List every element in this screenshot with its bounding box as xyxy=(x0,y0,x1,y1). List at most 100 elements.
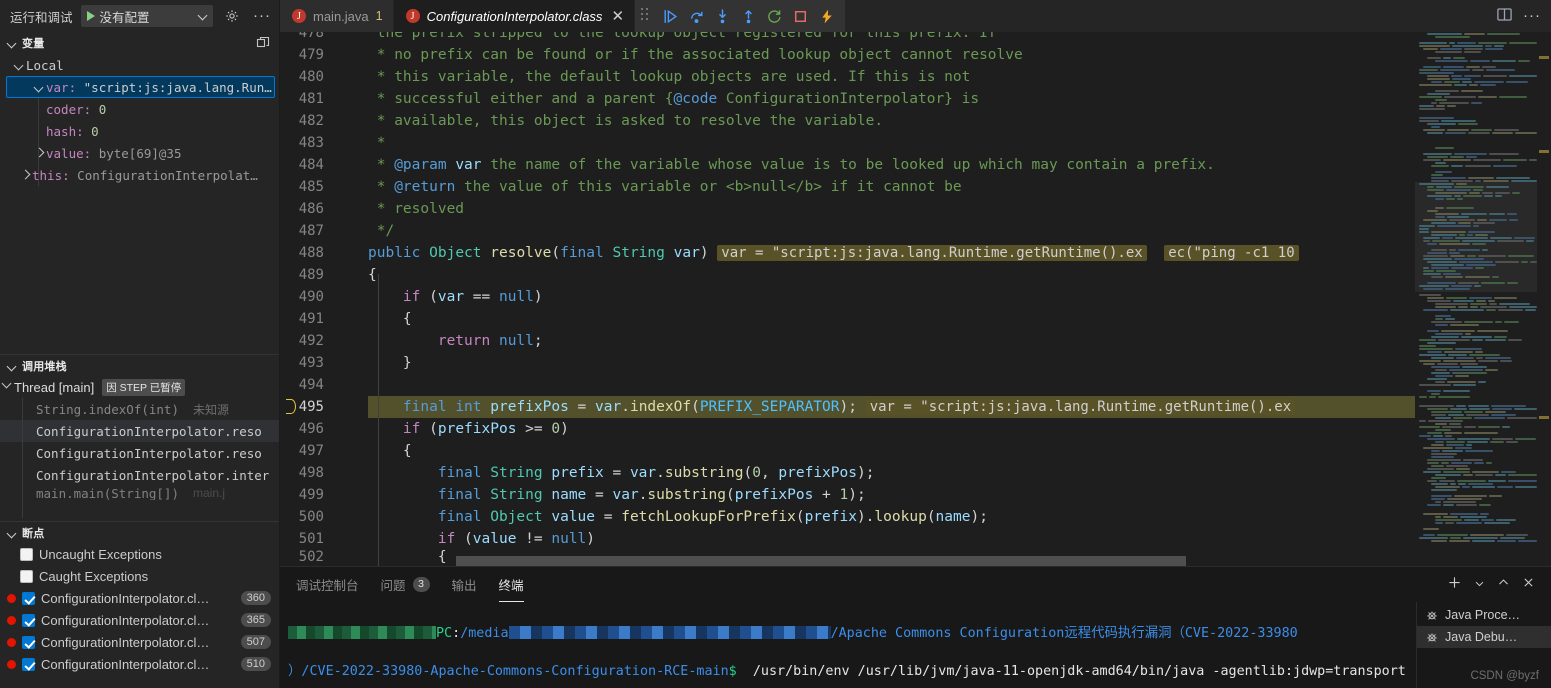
editor-actions: ··· xyxy=(1496,0,1551,32)
callstack-section-header[interactable]: 调用堆栈 xyxy=(0,354,279,376)
chevron-right-icon[interactable] xyxy=(32,146,46,160)
chevron-right-icon[interactable] xyxy=(18,168,32,182)
java-class-icon xyxy=(405,9,420,23)
variable-row-this[interactable]: this: ConfigurationInterpolat… xyxy=(0,164,279,186)
callstack-frame-selected[interactable]: ConfigurationInterpolator.reso xyxy=(0,420,279,442)
line-text: } xyxy=(368,355,412,371)
breakpoint-caught-exceptions[interactable]: Caught Exceptions xyxy=(0,565,279,587)
variable-row-var[interactable]: var: "script:js:java.lang.Run… xyxy=(6,76,275,98)
code-line-486: 486 * resolved xyxy=(280,198,1415,220)
terminal-instance-java-process[interactable]: Java Proce… xyxy=(1417,604,1551,626)
checkbox-unchecked-icon[interactable] xyxy=(20,569,33,583)
variable-row-coder[interactable]: coder: 0 xyxy=(0,98,279,120)
line-number: 488 xyxy=(298,245,324,261)
close-icon[interactable]: ✕ xyxy=(611,9,624,24)
breakpoint-item[interactable]: ConfigurationInterpolator.cl… 510 xyxy=(0,653,279,675)
breakpoints-section-header[interactable]: 断点 xyxy=(0,521,279,543)
collapse-all-icon[interactable] xyxy=(255,35,271,51)
checkbox-checked-icon[interactable] xyxy=(22,657,35,671)
launch-configuration-dropdown[interactable]: 没有配置 xyxy=(80,5,213,27)
code-line-493: 493 } xyxy=(280,352,1415,374)
breakpoint-item[interactable]: ConfigurationInterpolator.cl… 365 xyxy=(0,609,279,631)
variable-row-value[interactable]: value: byte[69]@35 xyxy=(0,142,279,164)
hot-reload-icon[interactable] xyxy=(813,3,839,29)
variable-value: "script:js:java.lang.Run… xyxy=(83,79,272,95)
line-number: 478 xyxy=(298,32,324,41)
code-line-499: 499 final String name = var.substring(pr… xyxy=(280,484,1415,506)
breakpoints-list[interactable]: Uncaught Exceptions Caught Exceptions Co… xyxy=(0,543,279,688)
step-into-icon[interactable] xyxy=(709,3,735,29)
callstack-thread-row[interactable]: Thread [main] 因 STEP 已暂停 xyxy=(0,376,279,398)
inline-debug-value[interactable]: var = "script:js:java.lang.Runtime.getRu… xyxy=(865,399,1296,415)
chevron-down-icon[interactable] xyxy=(12,58,26,72)
code-content[interactable]: 478 the prefix stripped to the lookup ob… xyxy=(280,32,1415,566)
breakpoint-uncaught-exceptions[interactable]: Uncaught Exceptions xyxy=(0,543,279,565)
code-line-487: 487 */ xyxy=(280,220,1415,242)
code-line-485: 485 * @return the value of this variable… xyxy=(280,176,1415,198)
more-actions-icon[interactable]: ··· xyxy=(1523,8,1541,23)
code-editor[interactable]: 478 the prefix stripped to the lookup ob… xyxy=(280,32,1551,566)
debug-toolbar xyxy=(635,0,846,32)
minimap-row xyxy=(1415,539,1537,542)
tab-main-java[interactable]: main.java 1 xyxy=(280,0,394,32)
tab-output[interactable]: 输出 xyxy=(452,567,477,602)
code-line-484: 484 * @param var the name of the variabl… xyxy=(280,154,1415,176)
callstack-frame[interactable]: String.indexOf(int) 未知源 xyxy=(0,398,279,420)
variable-row-hash[interactable]: hash: 0 xyxy=(0,120,279,142)
terminal-output[interactable]: PC:/media/Apache Commons Configuration远程… xyxy=(280,602,1416,688)
editor-tabbar: main.java 1 ConfigurationInterpolator.cl… xyxy=(280,0,1551,32)
stop-icon[interactable] xyxy=(787,3,813,29)
terminal-instances-list[interactable]: Java Proce… Java Debu… CSDN @byzf xyxy=(1416,602,1551,688)
chevron-down-icon xyxy=(6,360,18,372)
editor-vertical-scrollbar[interactable] xyxy=(1537,32,1551,566)
close-panel-icon[interactable] xyxy=(1522,576,1535,592)
terminal-instance-java-debug[interactable]: Java Debu… xyxy=(1417,626,1551,648)
start-debugging-icon[interactable] xyxy=(86,11,95,21)
tab-debug-console[interactable]: 调试控制台 xyxy=(296,567,359,602)
drag-handle-icon[interactable] xyxy=(641,8,653,24)
line-number: 482 xyxy=(298,113,324,129)
checkbox-checked-icon[interactable] xyxy=(22,635,35,649)
callstack-frame[interactable]: main.main(String[]) main.j xyxy=(0,486,279,500)
more-actions-icon[interactable]: ··· xyxy=(251,5,273,27)
breakpoint-item[interactable]: ConfigurationInterpolator.cl… 507 xyxy=(0,631,279,653)
tab-configurationinterpolator-class[interactable]: ConfigurationInterpolator.class ✕ xyxy=(393,0,636,32)
inline-debug-value[interactable]: var = "script:js:java.lang.Runtime.getRu… xyxy=(717,245,1147,261)
line-number: 480 xyxy=(298,69,324,85)
maximize-panel-icon[interactable] xyxy=(1497,576,1510,592)
breakpoint-label: ConfigurationInterpolator.cl… xyxy=(41,590,210,606)
toggle-panel-icon[interactable] xyxy=(1496,6,1513,26)
add-terminal-icon[interactable] xyxy=(1447,575,1462,593)
editor-minimap[interactable] xyxy=(1415,32,1537,566)
variables-tree[interactable]: Local var: "script:js:java.lang.Run… cod… xyxy=(0,54,279,354)
variables-scope-local[interactable]: Local xyxy=(0,54,279,76)
code-line-478: 478 the prefix stripped to the lookup ob… xyxy=(280,32,1415,44)
callstack-frame[interactable]: ConfigurationInterpolator.inter xyxy=(0,464,279,486)
variables-section-header[interactable]: 变量 xyxy=(0,32,279,54)
java-debug-icon xyxy=(1425,630,1439,644)
line-number: 486 xyxy=(298,201,324,217)
tab-problems[interactable]: 问题 3 xyxy=(381,567,430,602)
gear-icon[interactable] xyxy=(221,5,243,27)
variable-value: byte[69]@35 xyxy=(98,145,182,161)
checkbox-checked-icon[interactable] xyxy=(22,613,35,627)
continue-icon[interactable] xyxy=(657,3,683,29)
breakpoint-item[interactable]: ConfigurationInterpolator.cl… 360 xyxy=(0,587,279,609)
step-over-icon[interactable] xyxy=(683,3,709,29)
checkbox-unchecked-icon[interactable] xyxy=(20,547,33,561)
restart-icon[interactable] xyxy=(761,3,787,29)
chevron-down-icon xyxy=(6,37,18,49)
callstack-frame[interactable]: ConfigurationInterpolator.reso xyxy=(0,442,279,464)
editor-horizontal-scrollbar[interactable] xyxy=(456,556,1186,566)
terminal-colon: : xyxy=(452,626,461,641)
tab-terminal[interactable]: 终端 xyxy=(498,567,524,602)
frame-label: ConfigurationInterpolator.reso xyxy=(36,445,262,461)
breakpoint-dot-icon xyxy=(7,615,16,625)
chevron-down-icon[interactable] xyxy=(32,80,46,94)
inline-debug-value-continued[interactable]: ec("ping -c1 10 xyxy=(1164,245,1299,261)
chevron-down-icon[interactable] xyxy=(1474,577,1485,592)
line-text: { xyxy=(368,267,377,283)
callstack-tree[interactable]: Thread [main] 因 STEP 已暂停 String.indexOf(… xyxy=(0,376,279,521)
checkbox-checked-icon[interactable] xyxy=(22,591,35,605)
step-out-icon[interactable] xyxy=(735,3,761,29)
